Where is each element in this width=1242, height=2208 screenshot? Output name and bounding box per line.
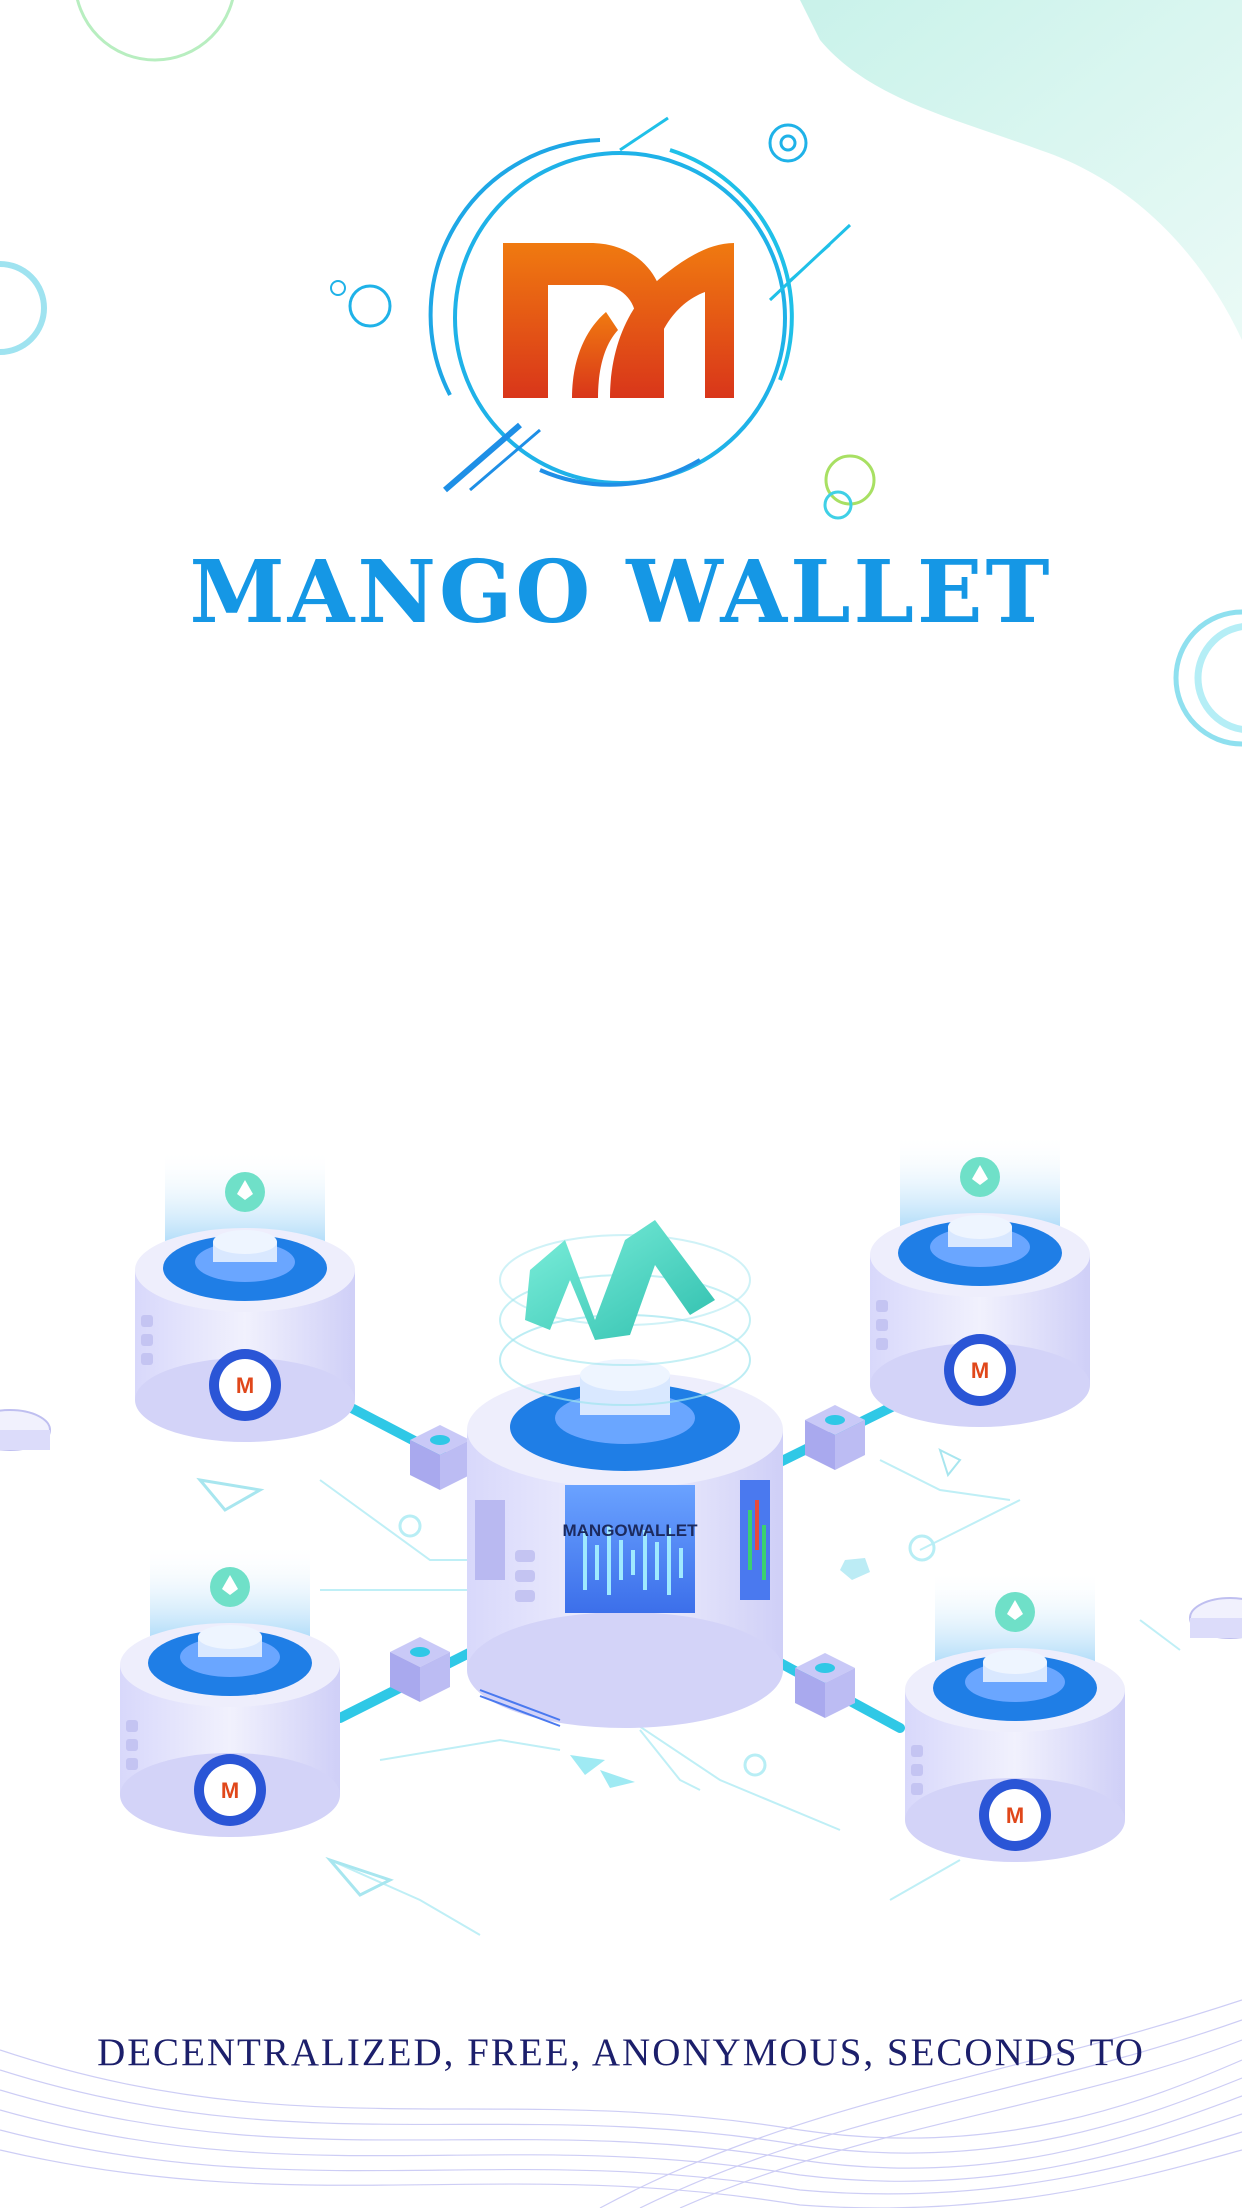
node-top-right: M — [870, 1135, 1090, 1427]
hub-label: MANGOWALLET — [562, 1521, 698, 1540]
splash-screen: MANGO WALLET M M M M MANGOWALLET DECENTR… — [0, 0, 1242, 2208]
tagline: DECENTRALIZED, FREE, ANONYMOUS, SECONDS … — [97, 2031, 1145, 2074]
svg-text:M: M — [971, 1358, 989, 1383]
node-bottom-right: M — [905, 1570, 1125, 1862]
svg-text:M: M — [236, 1373, 254, 1398]
svg-text:M: M — [221, 1778, 239, 1803]
node-bottom-left: M — [120, 1545, 340, 1837]
network-illustration: M M M M MANGOWALLET — [0, 1135, 1242, 1936]
central-hub: MANGOWALLET — [467, 1220, 783, 1728]
node-top-left: M — [135, 1150, 355, 1442]
svg-text:M: M — [1006, 1803, 1024, 1828]
